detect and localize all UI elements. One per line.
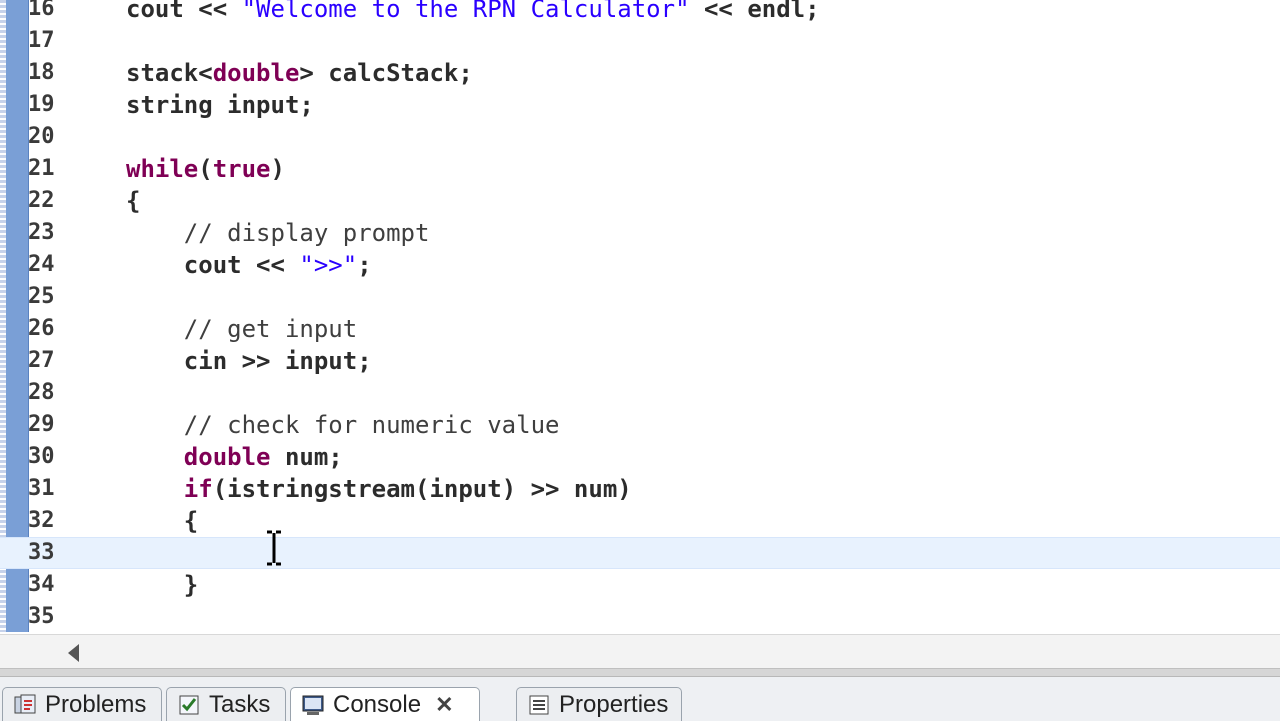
code-line[interactable]: 31 if(istringstream(input) >> num) [0,473,1280,505]
code-line[interactable]: 27 cin >> input; [0,345,1280,377]
code-line[interactable]: 23 // display prompt [0,217,1280,249]
code-token: ( [198,155,213,183]
keyword-token: while [126,155,199,183]
line-number: 26 [28,316,55,341]
line-number: 33 [28,540,55,565]
string-token: "Welcome to the RPN Calculator" [241,0,690,23]
code-lines: 16 cout << "Welcome to the RPN Calculator… [0,0,1280,632]
code-token: ; [357,251,372,279]
code-token: ) [270,155,285,183]
code-text: double num; [126,441,343,473]
code-token: cout << [126,0,242,23]
line-number: 28 [28,380,55,405]
text-cursor-icon [267,530,281,566]
code-line[interactable]: 21 while(true) [0,153,1280,185]
line-number: 17 [28,28,55,53]
code-line[interactable]: 22 { [0,185,1280,217]
code-token: stack< [126,59,213,87]
code-text: // check for numeric value [126,409,560,441]
code-line[interactable]: 28 [0,377,1280,409]
line-number: 25 [28,284,55,309]
code-line[interactable]: 32 { [0,505,1280,537]
code-token: << endl; [689,0,820,23]
keyword-token: if [126,475,213,503]
code-text: { [126,505,198,537]
code-token: (istringstream(input) >> num) [212,475,632,503]
code-token: { [126,187,141,215]
code-line[interactable]: 34 } [0,569,1280,601]
code-text: if(istringstream(input) >> num) [126,473,632,505]
line-number: 21 [28,156,55,181]
problems-icon [13,693,37,717]
code-token: > calcStack; [299,59,473,87]
code-text: // get input [126,313,357,345]
line-number: 29 [28,412,55,437]
tab-label: Console [333,690,422,718]
tab-problems[interactable]: Problems [2,687,162,721]
code-text: } [126,569,198,601]
code-line[interactable]: 24 cout << ">>"; [0,249,1280,281]
code-token: string input; [126,91,314,119]
horizontal-scrollbar[interactable] [0,634,1280,669]
code-line[interactable]: 25 [0,281,1280,313]
code-text: { [126,185,140,217]
code-line[interactable]: 20 [0,121,1280,153]
code-line[interactable]: 29 // check for numeric value [0,409,1280,441]
code-line[interactable]: 30 double num; [0,441,1280,473]
scroll-left-arrow-icon[interactable] [68,644,79,662]
code-line[interactable]: 33 [0,537,1280,569]
code-line[interactable]: 17 [0,25,1280,57]
code-line[interactable]: 16 cout << "Welcome to the RPN Calculator… [0,0,1280,25]
tab-label: Tasks [209,690,271,718]
comment-token: // get input [126,315,358,343]
code-text: cin >> input; [126,345,372,377]
code-text: while(true) [126,153,285,185]
code-text: // display prompt [126,217,430,249]
tasks-icon [177,693,201,717]
string-token: ">>" [299,251,358,279]
code-text: cout << ">>"; [126,249,372,281]
tab-properties[interactable]: Properties [516,687,682,721]
tab-console[interactable]: Console ✕ [290,687,480,721]
comment-token: // check for numeric value [126,411,560,439]
comment-token: // display prompt [126,219,430,247]
code-token: cout << [126,251,300,279]
line-number: 34 [28,572,55,597]
line-number: 23 [28,220,55,245]
code-text: string input; [126,89,314,121]
line-number: 32 [28,508,55,533]
code-token: } [126,571,199,599]
line-number: 18 [28,60,55,85]
code-line[interactable]: 26 // get input [0,313,1280,345]
code-token: cin >> input; [126,347,372,375]
tab-label: Problems [45,690,147,718]
keyword-token: true [212,155,271,183]
code-token: { [126,507,199,535]
line-number: 19 [28,92,55,117]
line-number: 31 [28,476,55,501]
line-number: 22 [28,188,55,213]
bottom-tab-bar: Problems Tasks Console ✕ Properties [0,676,1280,721]
line-number: 35 [28,604,55,629]
line-number: 24 [28,252,55,277]
code-editor[interactable]: 16 cout << "Welcome to the RPN Calculator… [0,0,1280,632]
code-text: cout << "Welcome to the RPN Calculator" … [126,0,820,25]
tab-label: Properties [559,690,669,718]
close-icon[interactable]: ✕ [435,692,453,718]
code-text: stack<double> calcStack; [126,57,473,89]
keyword-token: double [212,59,300,87]
line-number: 27 [28,348,55,373]
code-line[interactable]: 35 [0,601,1280,632]
code-line[interactable]: 19 string input; [0,89,1280,121]
line-number: 16 [28,0,55,21]
line-number: 20 [28,124,55,149]
tab-tasks[interactable]: Tasks [166,687,286,721]
code-line[interactable]: 18 stack<double> calcStack; [0,57,1280,89]
keyword-token: double [126,443,271,471]
code-token: num; [270,443,343,471]
console-icon [301,693,325,717]
properties-icon [527,693,551,717]
line-number: 30 [28,444,55,469]
